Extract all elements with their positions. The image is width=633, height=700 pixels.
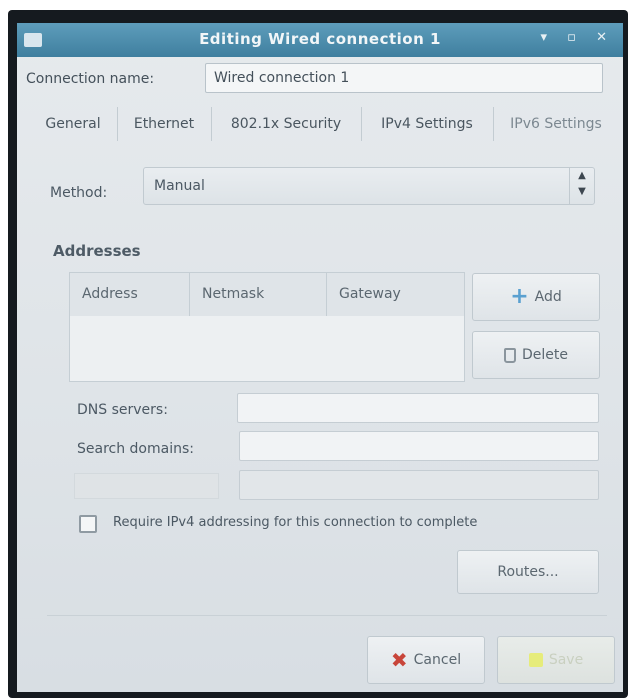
tab-ethernet[interactable]: Ethernet bbox=[117, 107, 212, 141]
trash-icon bbox=[504, 347, 516, 363]
routes-button[interactable]: Routes... bbox=[457, 550, 599, 594]
addresses-table-header: Address Netmask Gateway bbox=[70, 273, 464, 317]
delete-label: Delete bbox=[522, 347, 568, 363]
tab-general[interactable]: General bbox=[29, 107, 118, 141]
search-domains-input[interactable] bbox=[239, 431, 599, 461]
dhcp-client-id-input bbox=[239, 470, 599, 500]
title-bar[interactable]: Editing Wired connection 1 ▾ ▫ ✕ bbox=[17, 23, 623, 57]
add-address-button[interactable]: + Add bbox=[472, 273, 600, 321]
save-button: Save bbox=[497, 636, 615, 684]
method-value: Manual bbox=[154, 178, 205, 194]
separator bbox=[47, 615, 607, 616]
cancel-button[interactable]: ✖ Cancel bbox=[367, 636, 485, 684]
window-title: Editing Wired connection 1 bbox=[199, 30, 441, 48]
addresses-heading: Addresses bbox=[53, 242, 141, 260]
column-address[interactable]: Address bbox=[70, 273, 190, 316]
plus-icon: + bbox=[510, 284, 529, 309]
dhcp-client-id-label bbox=[74, 473, 219, 499]
dns-servers-label: DNS servers: bbox=[77, 402, 168, 418]
method-label: Method: bbox=[50, 185, 108, 201]
require-ipv4-checkbox[interactable] bbox=[79, 515, 97, 533]
tab-ipv6-settings[interactable]: IPv6 Settings bbox=[493, 107, 619, 141]
tab-ipv4-settings[interactable]: IPv4 Settings bbox=[361, 107, 494, 141]
cancel-label: Cancel bbox=[413, 652, 462, 668]
edit-connection-dialog: Editing Wired connection 1 ▾ ▫ ✕ Connect… bbox=[17, 23, 623, 692]
method-select[interactable]: Manual ▲ ▼ bbox=[143, 167, 595, 205]
column-netmask[interactable]: Netmask bbox=[190, 273, 327, 316]
column-gateway[interactable]: Gateway bbox=[327, 273, 464, 316]
save-label: Save bbox=[548, 652, 584, 668]
addresses-table-body[interactable] bbox=[70, 316, 464, 381]
cancel-icon: ✖ bbox=[390, 648, 408, 672]
tab-8021x-security[interactable]: 802.1x Security bbox=[211, 107, 362, 141]
dns-servers-input[interactable] bbox=[237, 393, 599, 423]
window-controls[interactable]: ▾ ▫ ✕ bbox=[541, 30, 616, 45]
settings-tabs: General Ethernet 802.1x Security IPv4 Se… bbox=[29, 107, 619, 141]
connection-name-input[interactable] bbox=[205, 63, 603, 93]
require-ipv4-label[interactable]: Require IPv4 addressing for this connect… bbox=[113, 515, 477, 530]
add-label: Add bbox=[534, 289, 562, 305]
delete-address-button[interactable]: Delete bbox=[472, 331, 600, 379]
save-icon bbox=[528, 653, 543, 667]
connection-name-label: Connection name: bbox=[26, 71, 155, 87]
select-arrows-icon: ▲ ▼ bbox=[569, 168, 594, 204]
addresses-table[interactable]: Address Netmask Gateway bbox=[69, 272, 465, 382]
search-domains-label: Search domains: bbox=[77, 441, 194, 457]
